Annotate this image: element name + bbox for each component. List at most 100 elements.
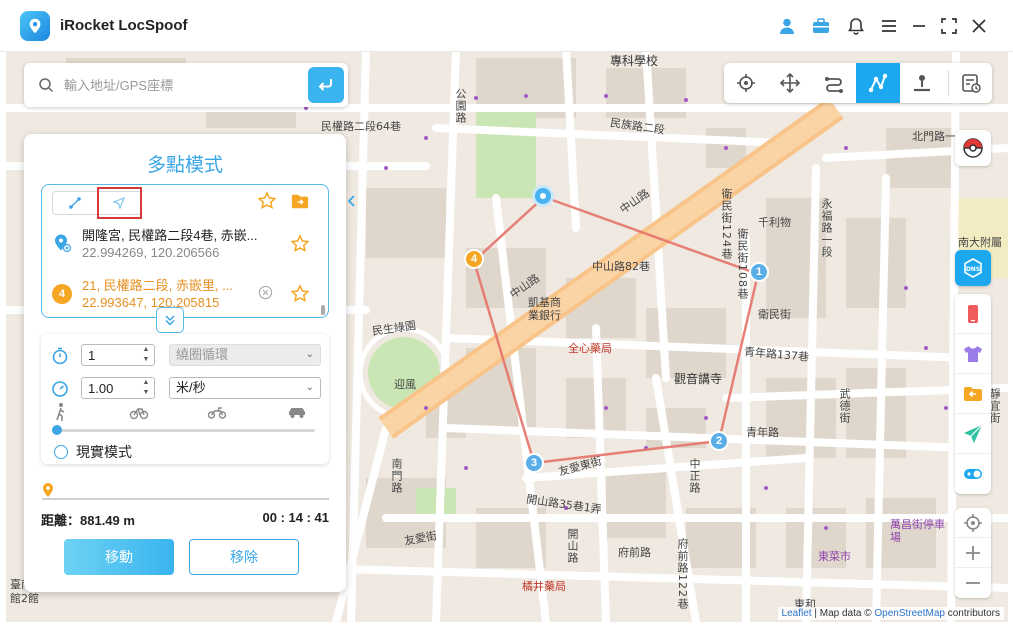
map-label: 南門路 xyxy=(390,458,403,494)
favorite-point-button[interactable] xyxy=(290,234,310,259)
map-attribution: Leaflet | Map data © OpenStreetMap contr… xyxy=(777,607,1004,620)
move-button[interactable]: 移動 xyxy=(64,539,174,575)
map-label: 專科學校 xyxy=(610,54,659,68)
favorite-route-button[interactable] xyxy=(257,191,277,216)
waypoint-marker-4[interactable]: 4 xyxy=(464,249,484,269)
two-spot-mode-button[interactable] xyxy=(812,63,856,103)
speedometer-icon xyxy=(52,381,68,397)
waypoint-marker-3[interactable]: 3 xyxy=(524,453,544,473)
speed-stepper[interactable]: ▲▼ xyxy=(81,377,155,399)
speed-unit-select[interactable]: 米/秒 ⌄ xyxy=(169,377,321,399)
pokeball-button[interactable] xyxy=(955,130,991,166)
route-point-name: 開隆宮, 民權路二段4巷, 赤嵌... xyxy=(82,228,258,243)
navigation-arrow-icon xyxy=(112,196,126,210)
chevron-left-icon xyxy=(347,195,355,207)
motorcycle-icon[interactable] xyxy=(207,402,227,422)
zoom-in-button[interactable] xyxy=(955,538,991,568)
app-title: iRocket LocSpoof xyxy=(60,17,188,34)
app-window: iRocket LocSpoof 專科學校 民權路二段64巷 民族路二段 北門路… xyxy=(0,0,1013,626)
toolbox-icon[interactable] xyxy=(810,15,832,37)
favorite-point-button[interactable] xyxy=(290,284,310,309)
start-location-icon xyxy=(55,234,72,253)
speed-unit-value: 米/秒 xyxy=(176,380,206,395)
import-route-button[interactable] xyxy=(290,193,310,216)
map-label: 千利物 xyxy=(758,216,791,229)
mode-toolbar xyxy=(724,63,992,103)
side-tools-group xyxy=(955,294,991,494)
tshirt-icon xyxy=(964,345,982,362)
maximize-icon[interactable] xyxy=(938,15,960,37)
dns-button[interactable]: DNS xyxy=(955,250,991,286)
car-icon[interactable] xyxy=(287,402,307,422)
expand-list-button[interactable] xyxy=(156,307,184,333)
search-go-button[interactable] xyxy=(308,67,344,103)
map-label: 永福路一段 xyxy=(820,198,833,258)
progress-pin-icon[interactable] xyxy=(42,482,54,498)
folder-import-icon xyxy=(964,386,982,401)
speed-presets xyxy=(51,402,321,424)
speed-input[interactable] xyxy=(82,378,132,398)
current-location-marker[interactable] xyxy=(532,185,554,207)
map-label: 中山路82巷 xyxy=(592,260,650,273)
star-icon xyxy=(290,284,310,303)
remove-button[interactable]: 移除 xyxy=(189,539,299,575)
real-mode-radio[interactable] xyxy=(54,445,68,459)
stepper-arrows[interactable]: ▲ ▼ xyxy=(140,379,152,397)
loop-count-input[interactable] xyxy=(82,345,132,365)
time-label: 00 : 14 : 41 xyxy=(262,510,330,525)
walking-icon[interactable] xyxy=(51,402,71,422)
tab-navigation[interactable] xyxy=(96,187,142,219)
teleport-mode-icon xyxy=(737,74,755,92)
zoom-out-button[interactable] xyxy=(955,568,991,598)
speed-setting-row: ▲▼ 米/秒 ⌄ xyxy=(51,377,321,401)
loop-mode-select[interactable]: 繞圈循環 ⌄ xyxy=(169,344,321,366)
map-label: 開山路 xyxy=(566,528,579,564)
joystick-mode-button[interactable] xyxy=(768,63,812,103)
double-chevron-down-icon xyxy=(165,315,175,326)
map-label: 府前路 xyxy=(618,546,651,559)
speed-slider-thumb[interactable] xyxy=(52,425,62,435)
send-tool[interactable] xyxy=(955,414,991,454)
real-mode-toggle[interactable]: 現實模式 xyxy=(54,442,132,462)
minimize-icon[interactable] xyxy=(908,15,930,37)
search-bar xyxy=(24,63,348,107)
svg-text:DNS: DNS xyxy=(966,266,980,273)
multi-spot-mode-button[interactable] xyxy=(856,63,900,103)
close-circle-icon xyxy=(258,285,273,300)
close-icon[interactable] xyxy=(968,15,990,37)
teleport-mode-button[interactable] xyxy=(724,63,768,103)
attribution-text: | Map data © xyxy=(811,608,875,619)
waypoint-marker-1[interactable]: 1 xyxy=(749,262,769,282)
route-point-coords: 22.993647, 120.205815 xyxy=(82,295,220,310)
jump-teleport-button[interactable] xyxy=(900,63,944,103)
star-icon xyxy=(257,191,277,210)
user-icon[interactable] xyxy=(776,15,798,37)
route-view-tabs xyxy=(52,187,142,219)
progress-track xyxy=(42,498,329,500)
toggle-tool[interactable] xyxy=(955,454,991,494)
route-list-scrollbar[interactable] xyxy=(321,305,325,315)
stepper-arrows[interactable]: ▲ ▼ xyxy=(140,346,152,364)
delete-point-button[interactable] xyxy=(258,285,273,305)
outfit-tool[interactable] xyxy=(955,334,991,374)
tab-route-line[interactable] xyxy=(53,192,98,214)
osm-link[interactable]: OpenStreetMap xyxy=(874,608,945,619)
locate-button[interactable] xyxy=(955,508,991,538)
bell-icon[interactable] xyxy=(845,15,867,37)
speed-slider-track[interactable] xyxy=(55,429,315,432)
search-input[interactable] xyxy=(64,77,294,93)
import-tool[interactable] xyxy=(955,374,991,414)
waypoint-marker-2[interactable]: 2 xyxy=(709,431,729,451)
app-logo xyxy=(20,11,50,41)
route-point-start[interactable]: 開隆宮, 民權路二段4巷, 赤嵌... 22.994269, 120.20656… xyxy=(42,223,322,267)
bicycle-icon[interactable] xyxy=(129,402,149,422)
map-label: 中正路 xyxy=(688,458,701,494)
history-button[interactable] xyxy=(953,63,989,103)
loop-count-stepper[interactable]: ▲▼ xyxy=(81,344,155,366)
minus-icon xyxy=(966,582,980,584)
collapse-panel-button[interactable] xyxy=(344,190,360,212)
menu-icon[interactable] xyxy=(878,15,900,37)
leaflet-link[interactable]: Leaflet xyxy=(782,608,812,619)
phone-tool[interactable] xyxy=(955,294,991,334)
attribution-text-end: contributors xyxy=(944,608,1000,619)
